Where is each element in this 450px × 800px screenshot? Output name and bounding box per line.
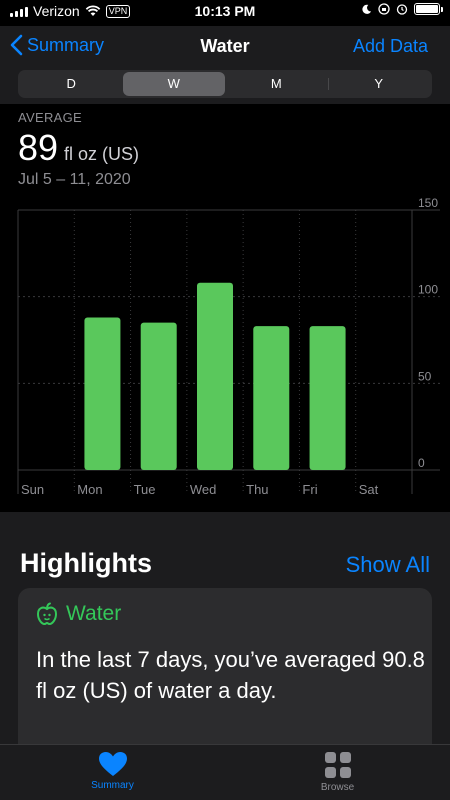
- average-unit: fl oz (US): [64, 144, 140, 164]
- heart-icon: [98, 752, 127, 776]
- tab-browse-label: Browse: [320, 782, 355, 793]
- period-segmented-control: D W M Y: [18, 70, 432, 98]
- y-tick-label: 50: [418, 369, 432, 383]
- x-tick-label: Wed: [190, 482, 217, 497]
- average-row: 89 fl oz (US): [18, 127, 139, 169]
- apple-icon: [36, 602, 58, 626]
- x-tick-label: Tue: [134, 482, 156, 497]
- highlight-card-title: Water: [66, 602, 122, 625]
- highlights-title: Highlights: [20, 548, 152, 578]
- segment-month[interactable]: M: [225, 72, 328, 96]
- bar-wed: [197, 282, 233, 470]
- x-tick-label: Sat: [359, 482, 379, 497]
- y-tick-label: 0: [418, 456, 425, 470]
- alarm-icon: [396, 4, 408, 15]
- highlight-card[interactable]: Water In the last 7 days, you’ve average…: [18, 588, 432, 758]
- bar-tue: [140, 322, 177, 470]
- average-summary: AVERAGE 89 fl oz (US) Jul 5 – 11, 2020: [18, 110, 139, 189]
- show-all-button[interactable]: Show All: [346, 552, 430, 578]
- segment-year[interactable]: Y: [327, 72, 431, 96]
- x-tick-label: Thu: [246, 482, 268, 497]
- date-range: Jul 5 – 11, 2020: [18, 171, 131, 188]
- segment-day[interactable]: D: [20, 72, 123, 96]
- y-tick-label: 100: [418, 283, 438, 297]
- status-bar: Verizon VPN 10:13 PM: [0, 0, 450, 24]
- x-tick-label: Mon: [77, 482, 102, 497]
- back-label: Summary: [27, 34, 105, 55]
- back-button[interactable]: Summary: [10, 34, 104, 56]
- highlight-card-header: Water: [36, 602, 121, 626]
- highlight-card-text: In the last 7 days, you’ve averaged 90.8…: [36, 647, 425, 703]
- bar-fri: [309, 326, 346, 470]
- grid-icon: [324, 752, 351, 778]
- bar-thu: [253, 326, 290, 470]
- x-tick-label: Fri: [302, 482, 317, 497]
- segment-container: D W M Y: [0, 68, 450, 104]
- chart-svg: 0 50 100 150 Sun Mon Tue Wed Thu Fri Sat: [17, 198, 440, 497]
- orientation-lock-icon: [378, 3, 390, 15]
- moon-icon: [362, 4, 372, 14]
- segment-week[interactable]: W: [122, 72, 225, 96]
- battery-icon: [414, 3, 443, 15]
- tab-summary-label: Summary: [91, 780, 134, 791]
- tab-browse[interactable]: Browse: [225, 745, 450, 800]
- highlights-section: Highlights Show All Water In the last 7 …: [0, 512, 450, 758]
- x-tick-label: Sun: [21, 482, 44, 497]
- average-label: AVERAGE: [18, 110, 82, 125]
- status-right: [361, 3, 443, 15]
- navigation-bar: Summary Water Add Data: [0, 26, 450, 68]
- water-bar-chart[interactable]: 0 50 100 150 Sun Mon Tue Wed Thu Fri Sat: [0, 198, 450, 500]
- y-tick-label: 150: [418, 198, 438, 210]
- bar-mon: [84, 317, 121, 470]
- chevron-left-icon: [10, 34, 23, 56]
- tab-summary[interactable]: Summary: [0, 745, 225, 800]
- tab-bar: Summary Browse: [0, 744, 450, 800]
- average-value: 89: [18, 127, 59, 168]
- add-data-button[interactable]: Add Data: [353, 36, 428, 57]
